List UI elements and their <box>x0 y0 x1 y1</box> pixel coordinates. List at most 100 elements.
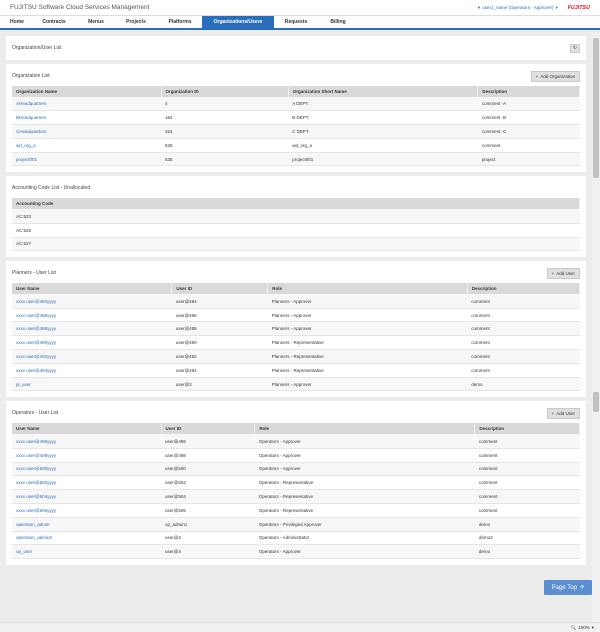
organization-list-title: Organization List <box>12 73 50 79</box>
add-user-label: Add User <box>556 410 575 416</box>
user-menu[interactable]: ● user1_name (Operators - Approver) ▾ <box>477 5 557 11</box>
table-cell: comment <box>474 434 580 449</box>
table-row: pl_user user@3 Planners - Approver demo <box>12 377 580 392</box>
table-cell: user@500 <box>161 462 255 477</box>
table-header-row: Accounting Code <box>12 198 580 210</box>
row-link[interactable]: xxxx user@504yyyy <box>12 489 161 504</box>
table-cell: user@502 <box>161 475 255 491</box>
row-link[interactable]: project001 <box>12 152 162 167</box>
table-cell: A DEPT. <box>288 97 478 112</box>
main-nav: Home Contracts Menus Projects Platforms Organ… <box>0 15 600 30</box>
plus-icon: + <box>551 410 555 416</box>
table-cell: Operators - Representative <box>254 503 475 518</box>
organization-table: Organization Name Organization ID Organiza… <box>12 86 580 167</box>
column-header: User ID <box>171 283 269 295</box>
table-cell: Operators - Approver <box>254 462 475 477</box>
topbar-right: ● user1_name (Operators - Approver) ▾ FU… <box>477 5 590 11</box>
table-cell: AC:525 <box>12 223 580 238</box>
table-row: xxxx user@506yyyy user@506 Operators - Rep… <box>12 503 580 518</box>
table-cell: user@494 <box>171 363 268 378</box>
vertical-scrollbar[interactable] <box>592 32 600 622</box>
table-row: AC:525 <box>12 223 580 238</box>
nav-item-projects[interactable]: Projects <box>114 16 158 28</box>
table-cell: project <box>477 152 580 167</box>
row-link[interactable]: xxxx user@490yyyy <box>12 335 172 351</box>
row-link[interactable]: xxxx user@500yyyy <box>12 462 161 477</box>
nav-item-requests[interactable]: Requests <box>274 16 318 28</box>
table-cell: project001 <box>288 152 478 167</box>
nav-item-billing[interactable]: Billing <box>318 16 358 28</box>
row-link[interactable]: xxxx user@492yyyy <box>12 349 172 364</box>
add-planner-user-button[interactable]: + Add User <box>546 267 580 279</box>
row-link[interactable]: xxxx user@498yyyy <box>12 448 161 463</box>
row-link[interactable]: CHeadquarters <box>12 124 162 139</box>
table-row: xxxx user@490yyyy user@490 Planners - Repr… <box>12 335 580 351</box>
table-row: BHeadquarters 164 B DEPT. comment -B <box>12 110 580 126</box>
table-header-row: User Name User ID Role Description <box>12 423 580 435</box>
table-cell: 164 <box>161 110 289 126</box>
zoom-level[interactable]: 100% <box>578 625 590 630</box>
add-operator-user-button[interactable]: + Add User <box>546 407 580 419</box>
table-cell: comment <box>474 462 580 477</box>
table-cell: user@490 <box>171 335 268 351</box>
row-link[interactable]: op_user <box>12 544 161 560</box>
page-title: Organization/User List <box>12 45 62 51</box>
organization-list-panel: Organization List + Add Organization Org… <box>6 64 586 173</box>
nav-item-platforms[interactable]: Platforms <box>158 16 202 28</box>
nav-item-contracts[interactable]: Contracts <box>30 16 78 28</box>
table-row: op_user user@4 Operators - Approver demo <box>12 544 580 560</box>
scroll-thumb-secondary[interactable] <box>593 392 599 412</box>
table-cell: comment <box>467 363 580 378</box>
table-row: xxxx user@494yyyy user@494 Planners - Repr… <box>12 363 580 378</box>
scroll-thumb[interactable] <box>593 38 599 178</box>
table-cell: comment <box>467 308 580 323</box>
row-link[interactable]: operation_admin2 <box>12 531 161 546</box>
row-link[interactable]: xxxx user@488yyyy <box>12 321 172 337</box>
nav-item-menus[interactable]: Menus <box>78 16 114 28</box>
row-link[interactable]: xxxx user@506yyyy <box>12 503 161 518</box>
table-cell: Operators - Representative <box>254 475 475 491</box>
table-cell: Operators - Approver <box>254 544 475 560</box>
table-cell: demo <box>467 377 580 392</box>
row-link[interactable]: xxxx user@496yyyy <box>12 434 161 449</box>
accounting-code-table: Accounting Code AC:523 AC:525 AC:527 <box>12 198 580 252</box>
table-cell: Planners - Representative <box>267 349 468 364</box>
row-link[interactable]: xxxx user@494yyyy <box>12 363 172 378</box>
table-cell: 4 <box>161 97 289 112</box>
nav-item-home[interactable]: Home <box>4 16 30 28</box>
row-link[interactable]: xxxx user@486yyyy <box>12 308 172 323</box>
table-row: xxxx user@488yyyy user@488 Planners - Appr… <box>12 321 580 337</box>
page-top-button[interactable]: Page Top 🡩 <box>544 580 592 595</box>
refresh-button[interactable]: ↻ <box>570 43 580 53</box>
table-row: xxxx user@504yyyy user@504 Operators - Rep… <box>12 489 580 504</box>
row-link[interactable]: xxxx user@484yyyy <box>12 294 172 309</box>
row-link[interactable]: wd_org_a <box>12 138 162 153</box>
table-cell: comment <box>474 475 580 491</box>
user-icon: ● <box>477 5 481 10</box>
row-link[interactable]: BHeadquarters <box>12 110 162 126</box>
column-header: Role <box>254 423 476 435</box>
table-cell: wd_org_a <box>288 138 478 153</box>
table-cell: comment <box>467 321 580 337</box>
table-cell: comment <box>477 138 580 153</box>
table-cell: Planners - Approver <box>267 308 468 323</box>
row-link[interactable]: xxxx user@502yyyy <box>12 475 161 491</box>
main-content: Organization/User List ↻ Organization Li… <box>2 32 590 566</box>
table-cell: AC:523 <box>12 209 580 224</box>
table-cell: user@506 <box>161 503 255 518</box>
table-cell: comment -B <box>477 110 580 126</box>
operators-table: User Name User ID Role Description xxxx user… <box>12 423 580 560</box>
plus-icon: + <box>535 73 539 79</box>
row-link[interactable]: pl_user <box>12 377 172 392</box>
table-cell: Operators - Administrator <box>254 531 475 546</box>
row-link[interactable]: AHeadquarters <box>12 97 162 112</box>
table-cell: comment <box>467 349 580 364</box>
accounting-code-title: Accounting Code List - Unallocated <box>12 185 91 192</box>
page-top-label: Page Top <box>551 584 577 591</box>
nav-item-organizations-users[interactable]: Organizations/Users <box>202 16 274 28</box>
row-link[interactable]: operation_admin <box>12 517 161 532</box>
add-organization-button[interactable]: + Add Organization <box>530 70 580 82</box>
table-cell: comment -C <box>477 124 580 139</box>
top-bar: FUJITSU Software Cloud Services Manageme… <box>0 0 600 15</box>
table-cell: Planners - Approver <box>267 294 468 309</box>
